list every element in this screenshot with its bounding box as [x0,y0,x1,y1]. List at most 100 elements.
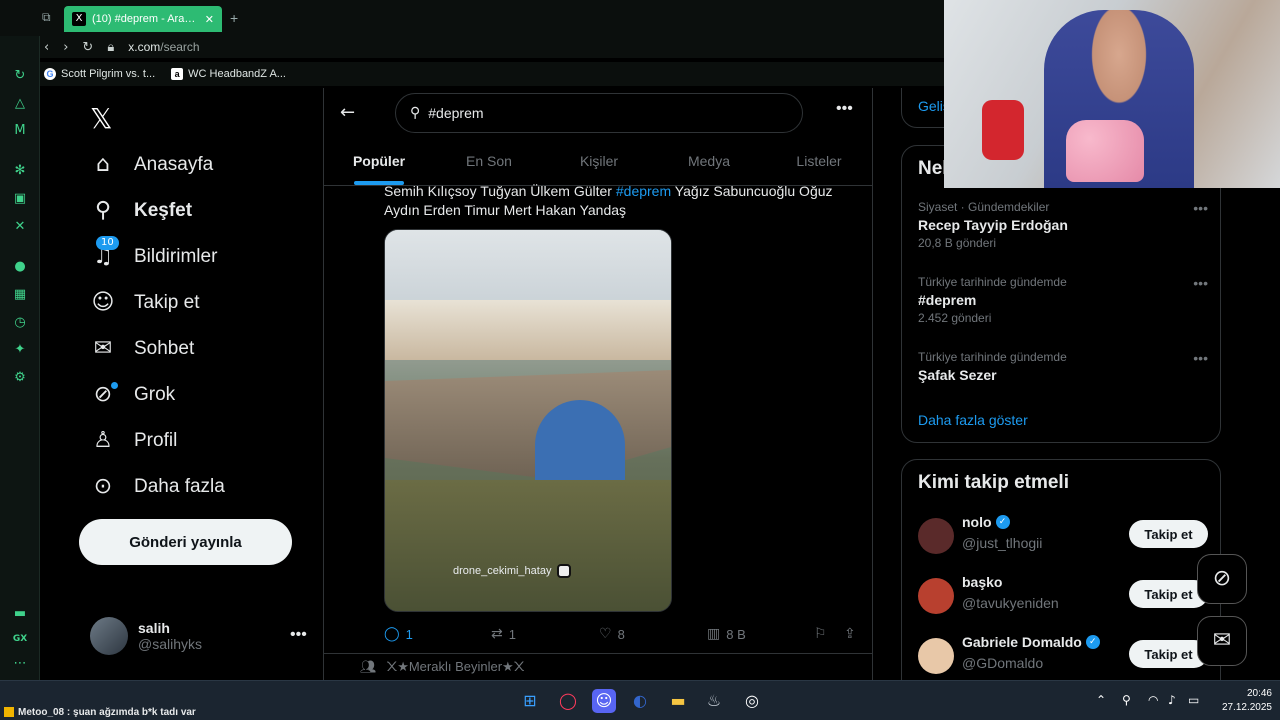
grok-floating-button[interactable]: ⊘ [1197,554,1247,604]
gx-icon[interactable]: GX [12,631,28,647]
gx-bar-icon[interactable]: ▬ [12,606,28,622]
nav-label: Daha fazla [134,476,225,497]
history-rail-icon[interactable]: ◷ [12,315,28,331]
trend-more-icon[interactable]: ••• [1193,275,1208,291]
settings-rail-icon[interactable]: ⚙ [12,370,28,386]
nav-grok[interactable]: ⊘ Grok [90,382,175,408]
follow-suggestion[interactable]: nolo ✓ @just_tlhogii Takip et [918,514,1208,558]
search-input[interactable] [428,105,759,121]
battery-icon[interactable]: ▭ [1188,693,1199,707]
volume-icon[interactable]: ♪ [1168,693,1176,707]
nav-notifications[interactable]: ♫ 10 Bildirimler [90,236,217,270]
trend-count: 20,8 B gönderi [918,236,997,250]
url-field[interactable]: x.com/search [128,40,199,54]
x-sidebar: 𝕏 ⌂ Anasayfa ⚲ Keşfet ♫ 10 Bildirimler ☺ … [40,88,323,680]
microphone-icon[interactable]: ⚲ [1122,693,1131,707]
nav-profile[interactable]: ♙ Profil [90,428,177,454]
edge-taskbar-icon[interactable]: ◐ [628,689,652,713]
suggestion-name: Gabriele Domaldo [962,634,1082,650]
suggestion-name-row: Gabriele Domaldo ✓ [962,634,1100,650]
reload-icon[interactable]: ↻ [82,40,93,55]
tray-expand-icon[interactable]: ⌃ [1096,693,1106,707]
media-credit-text: drone_cekimi_hatay [453,565,552,577]
nav-more[interactable]: ⊙ Daha fazla [90,474,225,500]
active-tab[interactable]: X (10) #deprem - Arama / X ✕ [64,6,222,32]
bookmark-scott-pilgrim[interactable]: G Scott Pilgrim vs. t... [44,68,155,80]
verified-badge-icon: ✓ [1085,635,1100,649]
spotify-rail-icon[interactable]: ● [12,259,28,275]
x-logo-icon[interactable]: 𝕏 [90,102,113,135]
mail-rail-icon[interactable]: M [12,123,28,139]
suggestion-name: başko [962,574,1003,590]
follow-suggestion[interactable]: başko @tavukyeniden Takip et [918,574,1208,618]
tab-close-icon[interactable]: ✕ [205,13,214,26]
avatar [90,617,128,655]
post-button[interactable]: Gönderi yayınla [79,519,292,565]
nav-follow[interactable]: ☺ Takip et [90,290,200,316]
views-button[interactable]: ▥ 8 B [707,626,746,642]
tweet-actions: ◯ 1 ⇄ 1 ♡ 8 ▥ 8 B ⚐ ⇪ [384,624,860,644]
trend-more-icon[interactable]: ••• [1193,200,1208,216]
back-nav-icon[interactable]: ‹ [44,40,49,55]
google-icon: G [44,68,56,80]
wifi-icon[interactable]: ◠ [1148,693,1158,707]
view-count: 8 B [726,626,746,642]
discord-taskbar-icon[interactable]: ☺ [592,689,616,713]
system-clock[interactable]: 20:46 27.12.2025 [1222,687,1272,715]
share-button[interactable]: ⇪ [844,626,856,642]
retweet-button[interactable]: ⇄ 1 [491,626,516,642]
next-tweet-context[interactable]: 👥︎ ᙭★Meraklı Beyinler★᙭ [324,653,872,680]
forward-nav-icon[interactable]: › [63,40,68,55]
tab-menu-icon[interactable]: ⧉ [42,10,51,25]
obs-taskbar-icon[interactable]: ◎ [740,689,764,713]
retweet-icon: ⇄ [491,626,503,642]
account-more-icon[interactable]: ••• [290,626,307,644]
trend-item[interactable]: Siyaset · Gündemdekiler Recep Tayyip Erd… [918,200,1208,250]
tab-media[interactable]: Medya [654,138,764,185]
bookmark-label: Scott Pilgrim vs. t... [61,68,156,80]
browser-sidebar: ↻ △ M ✻ ▣ ✕ ● ▦ ◷ ✦ ⚙ ▬ GX ⋯ [0,0,40,680]
new-tab-button[interactable]: + [230,10,238,26]
back-arrow-icon[interactable]: ← [340,102,355,123]
news-rail-icon[interactable]: ▣ [12,191,28,207]
show-more-link[interactable]: Daha fazla göster [918,412,1028,428]
tab-lists[interactable]: Listeler [764,138,872,185]
trend-more-icon[interactable]: ••• [1193,350,1208,366]
bookmark-wc-headbandz[interactable]: a WC HeadbandZ A... [171,68,286,80]
reply-button[interactable]: ◯ 1 [384,626,413,642]
tab-latest[interactable]: En Son [434,138,544,185]
steam-taskbar-icon[interactable]: ♨ [702,689,726,713]
bookmark-button[interactable]: ⚐ [814,626,827,642]
apps-rail-icon[interactable]: ▦ [12,287,28,303]
opera-gx-taskbar-icon[interactable]: ◯ [556,689,580,713]
like-button[interactable]: ♡ 8 [599,626,625,642]
tweet-media-image[interactable]: drone_cekimi_hatay [384,229,672,612]
search-box[interactable]: ⚲ [395,93,803,133]
trend-item[interactable]: Türkiye tarihinde gündemde #deprem 2.452… [918,275,1208,325]
follow-button[interactable]: Takip et [1129,520,1208,548]
nav-explore[interactable]: ⚲ Keşfet [90,198,192,224]
refresh-rail-icon[interactable]: ↻ [12,68,28,84]
who-to-follow-card: Kimi takip etmeli nolo ✓ @just_tlhogii Ta… [901,459,1221,680]
lock-icon[interactable]: 🔒︎ [107,40,114,55]
rail-more-icon[interactable]: ⋯ [12,656,28,672]
amazon-icon: a [171,68,184,80]
messages-floating-button[interactable]: ✉ [1197,616,1247,666]
url-host: x.com [128,40,161,54]
windows-start-icon[interactable]: ⊞ [518,689,542,713]
chatgpt-rail-icon[interactable]: ✻ [12,163,28,179]
tab-popular[interactable]: Popüler [324,138,434,185]
x-rail-icon[interactable]: ✕ [12,219,28,235]
main-column: ← ⚲ ••• Popüler En Son Kişiler Medya Lis… [323,88,873,680]
nav-home[interactable]: ⌂ Anasayfa [90,152,213,178]
file-explorer-icon[interactable]: ▬ [666,689,690,713]
trend-item[interactable]: Türkiye tarihinde gündemde Şafak Sezer •… [918,350,1208,383]
extensions-rail-icon[interactable]: ✦ [12,342,28,358]
aria-rail-icon[interactable]: △ [12,96,28,112]
tab-people[interactable]: Kişiler [544,138,654,185]
account-switcher[interactable]: salih @salihyks [90,616,310,656]
hashtag-link[interactable]: #deprem [616,183,671,199]
search-options-icon[interactable]: ••• [836,100,853,118]
nav-chat[interactable]: ✉ Sohbet [90,336,194,362]
follow-suggestion[interactable]: Gabriele Domaldo ✓ @GDomaldo Takip et [918,634,1208,678]
